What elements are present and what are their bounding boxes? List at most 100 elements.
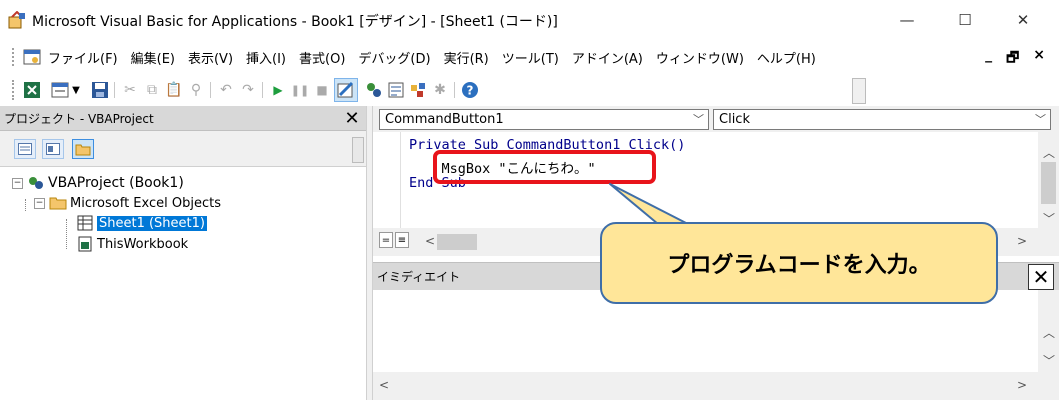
tree-node-sheet1[interactable]: Sheet1 (Sheet1) (76, 213, 207, 233)
mdi-close-button[interactable]: × (1033, 47, 1045, 71)
tree-node-thisworkbook[interactable]: ThisWorkbook (76, 234, 188, 254)
help-icon[interactable]: ? (460, 80, 480, 100)
scroll-thumb[interactable] (1041, 162, 1056, 204)
tree-label-sheet1: Sheet1 (Sheet1) (97, 215, 207, 231)
immediate-pane-title: イミディエイト (377, 270, 461, 284)
copy-icon[interactable]: ⧉ (142, 80, 162, 100)
vba-project-icon (27, 175, 45, 191)
project-tree: − VBAProject (Book1) − Microsoft Excel O… (0, 167, 366, 400)
menu-debug[interactable]: デバッグ(D) (358, 48, 430, 67)
scroll-right-icon[interactable]: > (1017, 234, 1027, 248)
callout-tail (609, 183, 689, 225)
code-margin[interactable] (373, 132, 401, 228)
scroll-down-icon[interactable]: ﹀ (1043, 352, 1055, 369)
full-module-view-icon[interactable]: ≡ (395, 232, 409, 248)
window-title: Microsoft Visual Basic for Applications … (32, 14, 558, 30)
code-window-combos: CommandButton1 ﹀ Click ﹀ (373, 106, 1059, 132)
standard-toolbar: ▼ ✂ ⧉ 📋 ⚲ ↶ ↷ ▶ ❚❚ ■ ✱ ? (0, 74, 1059, 106)
tree-connector (66, 219, 67, 249)
scroll-up-icon[interactable]: ︿ (1043, 324, 1055, 341)
find-icon[interactable]: ⚲ (186, 80, 206, 100)
menu-run[interactable]: 実行(R) (444, 48, 489, 67)
callout-text: プログラムコードを入力。 (667, 253, 931, 278)
menu-format[interactable]: 書式(O) (299, 48, 345, 67)
menu-window[interactable]: ウィンドウ(W) (656, 48, 744, 67)
scroll-right-icon[interactable]: > (1017, 378, 1027, 392)
folder-icon (49, 195, 67, 211)
menu-edit[interactable]: 編集(E) (131, 48, 175, 67)
cut-icon[interactable]: ✂ (120, 80, 140, 100)
menu-bar: ファイル(F) 編集(E) 表示(V) 挿入(I) 書式(O) デバッグ(D) … (0, 40, 1059, 74)
procedure-combo[interactable]: Click ﹀ (713, 109, 1051, 130)
immediate-vertical-scrollbar[interactable]: ︿ ﹀ (1038, 290, 1059, 372)
excel-app-icon[interactable] (22, 47, 42, 67)
break-icon[interactable]: ❚❚ (290, 80, 310, 100)
toolbar-separator (262, 82, 263, 98)
tree-node-vbaproject[interactable]: − VBAProject (Book1) (12, 173, 184, 193)
code-vertical-scrollbar[interactable]: ︿ ﹀ (1038, 132, 1059, 228)
immediate-pane-close-button[interactable]: ✕ (1028, 264, 1054, 290)
chevron-down-icon: ﹀ (1035, 113, 1046, 126)
menu-grip[interactable] (12, 48, 14, 66)
run-icon[interactable]: ▶ (268, 80, 288, 100)
menu-tools[interactable]: ツール(T) (502, 48, 559, 67)
workbook-icon (76, 236, 94, 252)
toolbar-separator (210, 82, 211, 98)
mdi-controls: _ 🗗 × (985, 47, 1045, 71)
project-pane-toolbar (0, 131, 366, 167)
project-pane-title: プロジェクト - VBAProject (4, 112, 154, 126)
tree-node-excel-objects[interactable]: − Microsoft Excel Objects (34, 193, 221, 213)
maximize-button[interactable]: ☐ (942, 6, 988, 34)
properties-window-icon[interactable] (386, 80, 406, 100)
scroll-thumb[interactable] (437, 234, 477, 250)
view-mode-buttons: = ≡ (379, 232, 409, 248)
insert-userform-icon[interactable] (50, 80, 70, 100)
view-object-icon[interactable] (42, 139, 64, 159)
close-button[interactable]: ✕ (1000, 6, 1046, 34)
project-pane-close-button[interactable]: ✕ (340, 107, 364, 130)
menu-addins[interactable]: アドイン(A) (572, 48, 643, 67)
scroll-down-icon[interactable]: ﹀ (1043, 210, 1055, 227)
mdi-restore-button[interactable]: 🗗 (1006, 47, 1019, 71)
tree-label-thisworkbook: ThisWorkbook (97, 236, 189, 252)
collapse-icon[interactable]: − (34, 197, 45, 209)
menu-insert[interactable]: 挿入(I) (246, 48, 286, 67)
project-toolbar-handle[interactable] (352, 137, 364, 163)
undo-icon[interactable]: ↶ (216, 80, 236, 100)
toggle-folders-icon[interactable] (72, 139, 94, 159)
excel-view-icon[interactable] (22, 80, 42, 100)
toolbox-icon[interactable]: ✱ (430, 80, 450, 100)
pane-splitter[interactable] (366, 106, 373, 400)
redo-icon[interactable]: ↷ (238, 80, 258, 100)
scroll-left-icon[interactable]: < (379, 378, 389, 392)
object-combo[interactable]: CommandButton1 ﹀ (379, 109, 709, 130)
object-browser-icon[interactable] (408, 80, 428, 100)
paste-icon[interactable]: 📋 (164, 80, 184, 100)
toolbar-options-handle[interactable] (852, 78, 866, 104)
save-icon[interactable] (90, 80, 110, 100)
vba-app-icon (8, 11, 25, 29)
chevron-down-icon: ﹀ (693, 113, 704, 126)
menu-help[interactable]: ヘルプ(H) (757, 48, 816, 67)
tree-label-vbaproject: VBAProject (Book1) (48, 175, 184, 191)
menu-view[interactable]: 表示(V) (188, 48, 233, 67)
collapse-icon[interactable]: − (12, 177, 23, 189)
menu-items: ファイル(F) 編集(E) 表示(V) 挿入(I) 書式(O) デバッグ(D) … (48, 48, 829, 67)
toolbar-separator (114, 82, 115, 98)
highlight-box (433, 150, 656, 184)
immediate-horizontal-scrollbar[interactable]: < > (373, 372, 1038, 400)
insert-dropdown-icon[interactable]: ▼ (70, 80, 82, 100)
minimize-button[interactable]: — (884, 6, 930, 34)
project-pane-header: プロジェクト - VBAProject ✕ (0, 106, 366, 131)
procedure-combo-value: Click (719, 112, 750, 127)
procedure-view-icon[interactable]: = (379, 232, 393, 248)
toolbar-grip[interactable] (12, 80, 14, 100)
scroll-left-icon[interactable]: < (425, 234, 435, 248)
design-mode-icon[interactable] (334, 78, 358, 102)
mdi-minimize-button[interactable]: _ (985, 47, 992, 71)
scroll-up-icon[interactable]: ︿ (1043, 144, 1055, 161)
menu-file[interactable]: ファイル(F) (48, 48, 118, 67)
reset-icon[interactable]: ■ (312, 80, 332, 100)
project-explorer-icon[interactable] (364, 80, 384, 100)
view-code-icon[interactable] (14, 139, 36, 159)
